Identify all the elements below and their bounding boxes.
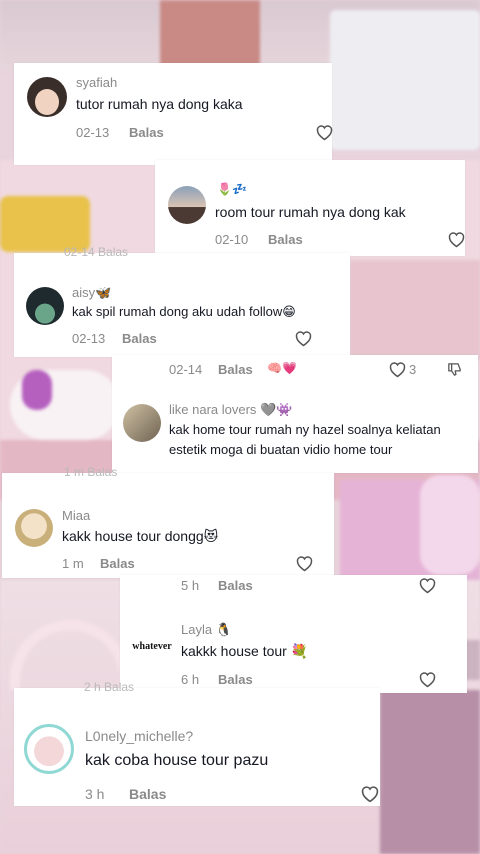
like-heart-icon[interactable] [360, 785, 380, 803]
dislike-icon[interactable] [446, 361, 463, 378]
reply-button[interactable]: Balas [218, 672, 253, 687]
avatar[interactable] [26, 287, 64, 325]
avatar[interactable] [168, 186, 206, 224]
comment-text-line2: estetik moga di buatan vidio home tour [169, 442, 393, 457]
comment-text-line1: kak home tour rumah ny hazel soalnya kel… [169, 422, 441, 437]
comment-time: 02-10 [215, 232, 249, 247]
comment-text: kak coba house tour pazu [85, 752, 269, 769]
reply-button[interactable]: Balas [129, 125, 164, 140]
avatar-text: whatever [132, 640, 172, 652]
comment-card-miaa: 1 m Balas Miaa kakk house tour dongg😻 1 … [2, 465, 334, 578]
comment-text: room tour rumah nya dong kak [215, 204, 406, 220]
avatar[interactable]: whatever [131, 627, 173, 665]
comment-text: kakk house tour dongg😻 [62, 528, 219, 544]
reply-button[interactable]: Balas [129, 786, 166, 802]
comment-time: 1 m [62, 556, 84, 571]
comment-card-aisy: 02-14 Balas aisy🦋 kak spil rumah dong ak… [14, 245, 350, 357]
comment-username[interactable]: aisy🦋 [72, 285, 111, 301]
hidden-comment-meta: 1 m Balas [64, 465, 118, 479]
like-count: 3 [409, 362, 417, 377]
comment-card-l0nely-michelle: 2 h Balas L0nely_michelle? kak coba hous… [14, 680, 380, 806]
comment-text: kakkk house tour 💐 [181, 643, 309, 659]
comment-time: 02-13 [76, 125, 110, 140]
hidden-comment-meta: 2 h Balas [84, 680, 135, 694]
comment-username[interactable]: syafiah [76, 75, 117, 90]
reply-button[interactable]: Balas [268, 232, 303, 247]
comment-card-layla: 5 h Balas whatever Layla 🐧 kakkk house t… [120, 575, 467, 693]
reply-button[interactable]: Balas [122, 331, 157, 346]
previous-comment-time: 02-14 [169, 362, 203, 377]
comment-time: 3 h [85, 786, 105, 802]
like-heart-icon[interactable] [418, 577, 437, 594]
like-heart-icon[interactable] [418, 671, 437, 688]
comment-card-syafiah: syafiah tutor rumah nya dong kaka 02-13 … [14, 63, 334, 165]
comment-username[interactable]: L0nely_michelle? [85, 728, 193, 744]
like-heart-icon[interactable] [295, 555, 314, 572]
comment-username[interactable]: Layla 🐧 [181, 622, 232, 638]
avatar[interactable] [24, 724, 74, 774]
comment-text: kak spil rumah dong aku udah follow😁 [72, 304, 296, 319]
avatar[interactable] [15, 509, 53, 547]
comment-card-room-tour: 🌷💤 room tour rumah nya dong kak 02-10 Ba… [155, 160, 465, 256]
comment-time: 02-13 [72, 331, 106, 346]
like-heart-icon[interactable] [447, 231, 466, 248]
avatar[interactable] [27, 77, 67, 117]
reaction-emoji: 🧠💗 [267, 361, 297, 375]
like-heart-icon[interactable] [315, 124, 334, 141]
username-emoji[interactable]: 🌷💤 [217, 182, 247, 196]
reply-button[interactable]: Balas [100, 556, 135, 571]
like-heart-icon[interactable] [388, 361, 407, 378]
comment-username[interactable]: like nara lovers 🩶👾 [169, 402, 292, 418]
comment-text: tutor rumah nya dong kaka [76, 96, 243, 112]
comment-username[interactable]: Miaa [62, 508, 90, 523]
avatar[interactable] [123, 404, 161, 442]
hidden-comment-meta: 02-14 Balas [64, 245, 129, 259]
like-heart-icon[interactable] [294, 330, 313, 347]
previous-reply-button[interactable]: Balas [218, 362, 253, 377]
comment-card-nara-lovers: 02-14 Balas 🧠💗 3 like nara lovers 🩶👾 kak… [112, 355, 478, 473]
comment-time: 6 h [181, 672, 200, 687]
previous-comment-time: 5 h [181, 578, 200, 593]
previous-reply-button[interactable]: Balas [218, 578, 253, 593]
